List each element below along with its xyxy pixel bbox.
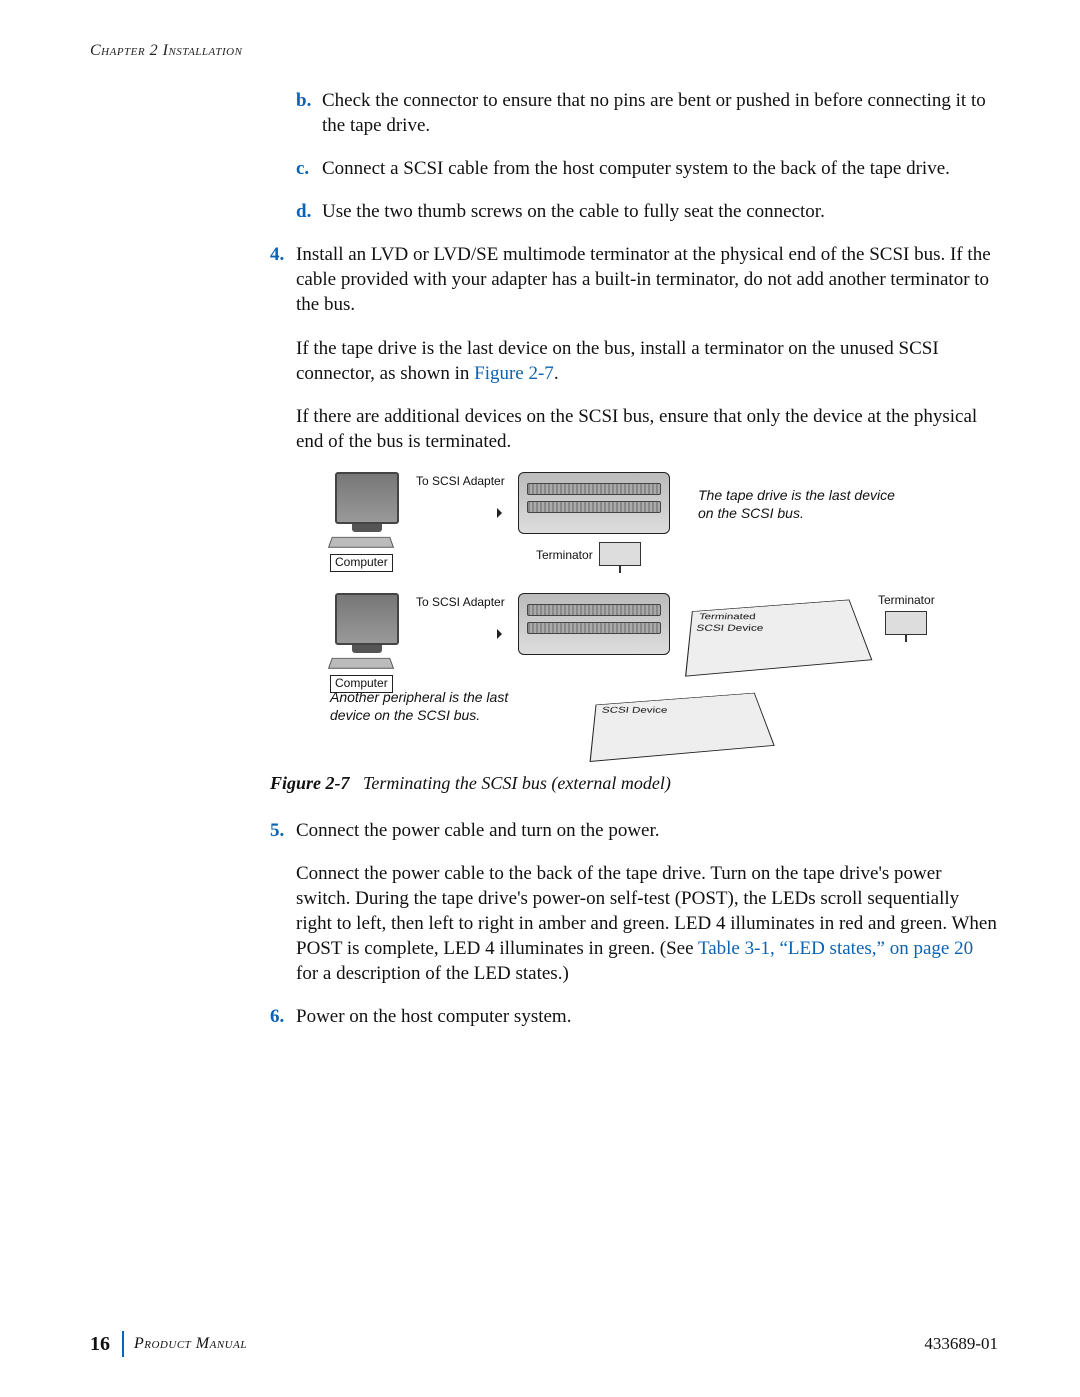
- substep-text: Check the connector to ensure that no pi…: [322, 90, 986, 136]
- step-6-text: Power on the host computer system.: [296, 1006, 571, 1027]
- step-4-para2: If the tape drive is the last device on …: [296, 336, 998, 386]
- step-4-para3: If there are additional devices on the S…: [296, 404, 998, 454]
- terminator-icon: [599, 542, 641, 566]
- step-5: 5. Connect the power cable and turn on t…: [270, 818, 998, 843]
- step-marker: 6.: [270, 1004, 284, 1029]
- figure-number: Figure 2-7: [270, 773, 350, 793]
- substeps-list: b. Check the connector to ensure that no…: [296, 88, 998, 224]
- text: .: [554, 363, 559, 384]
- step-6: 6. Power on the host computer system.: [270, 1004, 998, 1029]
- document-number: 433689-01: [924, 1334, 998, 1354]
- substep-text: Use the two thumb screws on the cable to…: [322, 201, 825, 222]
- to-scsi-adapter-label: To SCSI Adapter: [416, 474, 506, 490]
- step-4: 4. Install an LVD or LVD/SE multimode te…: [270, 242, 998, 317]
- scsi-device-label: SCSI Device: [601, 705, 668, 716]
- tape-drive-icon: [518, 472, 670, 534]
- step-5-item: 5. Connect the power cable and turn on t…: [270, 818, 998, 843]
- figure-2-7-link[interactable]: Figure 2-7: [474, 363, 554, 384]
- step-6-item: 6. Power on the host computer system.: [270, 1004, 998, 1029]
- step-4-text: Install an LVD or LVD/SE multimode termi…: [296, 244, 991, 315]
- terminated-scsi-device-icon: TerminatedSCSI Device: [685, 599, 872, 676]
- computer-icon: Computer: [330, 593, 404, 694]
- table-3-1-link[interactable]: Table 3-1, “LED states,” on page 20: [698, 938, 973, 959]
- computer-icon: Computer: [330, 472, 404, 573]
- page-footer: 16 Product Manual 433689-01: [90, 1331, 998, 1357]
- substep-d: d. Use the two thumb screws on the cable…: [296, 199, 998, 224]
- substep-marker: b.: [296, 88, 311, 113]
- scsi-device-icon: SCSI Device: [590, 693, 775, 762]
- figure-2-7: Computer To SCSI Adapter Terminator The …: [330, 472, 998, 760]
- body-content: b. Check the connector to ensure that no…: [270, 88, 998, 1029]
- computer-label: Computer: [330, 554, 393, 572]
- scsi-device-label: SCSI Device: [695, 623, 763, 633]
- product-manual-label: Product Manual: [134, 1335, 924, 1353]
- substep-c: c. Connect a SCSI cable from the host co…: [296, 156, 998, 181]
- substep-marker: c.: [296, 156, 309, 181]
- step-marker: 5.: [270, 818, 284, 843]
- figure-note-2: Another peripheral is the last device on…: [330, 688, 530, 725]
- figure-caption-text: Terminating the SCSI bus (external model…: [363, 773, 671, 793]
- substep-marker: d.: [296, 199, 311, 224]
- substep-b: b. Check the connector to ensure that no…: [296, 88, 998, 138]
- text: If the tape drive is the last device on …: [296, 338, 939, 384]
- substep-text: Connect a SCSI cable from the host compu…: [322, 158, 950, 179]
- terminated-label: Terminated: [698, 612, 756, 622]
- figure-caption: Figure 2-7 Terminating the SCSI bus (ext…: [270, 772, 998, 796]
- step-5-para: Connect the power cable to the back of t…: [296, 861, 998, 986]
- terminator-label: Terminator: [878, 593, 935, 609]
- running-header: Chapter 2 Installation: [90, 42, 998, 60]
- step-4-item: 4. Install an LVD or LVD/SE multimode te…: [270, 242, 998, 317]
- to-scsi-adapter-label: To SCSI Adapter: [416, 595, 506, 611]
- page-number: 16: [90, 1333, 122, 1356]
- terminator-icon: [885, 611, 927, 635]
- step-marker: 4.: [270, 242, 284, 267]
- step-5-lead: Connect the power cable and turn on the …: [296, 820, 660, 841]
- tape-drive-icon: [518, 593, 670, 655]
- figure-note-1: The tape drive is the last device on the…: [698, 486, 898, 523]
- text: for a description of the LED states.): [296, 963, 569, 984]
- footer-divider: [122, 1331, 124, 1357]
- terminator-label: Terminator: [536, 548, 593, 564]
